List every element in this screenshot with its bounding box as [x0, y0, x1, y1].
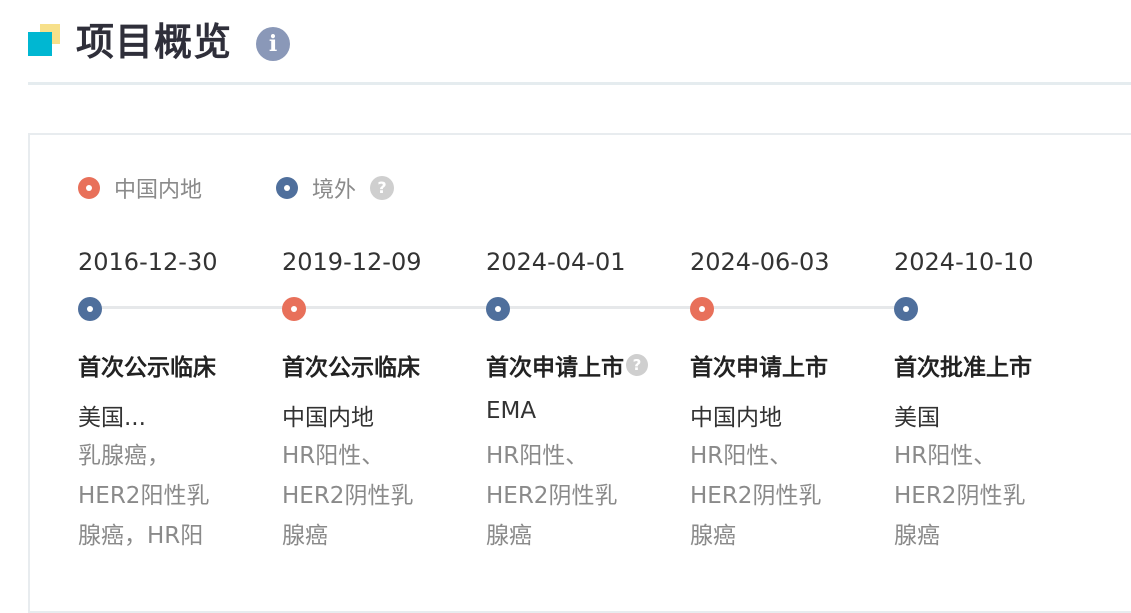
- event-stage: 首次公示临床: [282, 348, 420, 382]
- event-marker-icon: [894, 297, 918, 321]
- event-region[interactable]: 美国...: [78, 398, 146, 432]
- event-region: 中国内地: [282, 405, 374, 431]
- event-stage: 首次公示临床: [78, 348, 216, 382]
- header-divider: [28, 82, 1131, 85]
- event-stage: 首次申请上市: [690, 348, 828, 382]
- event-indication: HR阳性、HER2阴性乳腺癌: [894, 443, 1026, 549]
- page-title: 项目概览: [76, 20, 233, 64]
- event-marker-icon: [78, 297, 102, 321]
- event-region: 美国: [894, 405, 940, 431]
- event-date: 2024-10-10: [894, 248, 1034, 276]
- event-marker-icon: [690, 297, 714, 321]
- event-marker-icon: [486, 297, 510, 321]
- event-stage-label: 首次公示临床: [78, 355, 216, 381]
- event-indication: 乳腺癌，HER2阳性乳腺癌，HR阳: [78, 443, 210, 549]
- event-date: 2024-06-03: [690, 248, 830, 276]
- legend-dot-overseas-icon: [276, 177, 298, 199]
- legend-overseas-label: 境外: [312, 178, 357, 203]
- event-stage: 首次批准上市: [894, 348, 1032, 382]
- event-indication: HR阳性、HER2阴性乳腺癌: [690, 443, 822, 549]
- legend-domestic-label: 中国内地: [114, 178, 203, 203]
- event-indication: HR阳性、HER2阴性乳腺癌: [486, 443, 618, 549]
- event-stage: 首次申请上市 ?: [486, 348, 648, 382]
- question-circle-icon[interactable]: ?: [370, 176, 395, 200]
- event-stage-label: 首次公示临床: [282, 355, 420, 381]
- event-stage-label: 首次申请上市: [486, 355, 624, 381]
- event-marker-icon: [282, 297, 306, 321]
- section-brand-mark: [28, 24, 60, 56]
- legend-dot-domestic-icon: [78, 177, 100, 199]
- event-stage-label: 首次批准上市: [894, 355, 1032, 381]
- event-date: 2016-12-30: [78, 248, 218, 276]
- event-date: 2019-12-09: [282, 248, 422, 276]
- event-date: 2024-04-01: [486, 248, 626, 276]
- legend-overseas: 境外 ?: [276, 176, 395, 203]
- event-region: EMA: [486, 398, 537, 424]
- question-circle-icon[interactable]: ?: [626, 354, 648, 376]
- event-region: 中国内地: [690, 405, 782, 431]
- info-icon[interactable]: i: [256, 27, 290, 61]
- event-indication: HR阳性、HER2阴性乳腺癌: [282, 443, 414, 549]
- event-stage-label: 首次申请上市: [690, 355, 828, 381]
- brand-square-cyan: [28, 32, 52, 56]
- legend-domestic: 中国内地: [78, 177, 202, 203]
